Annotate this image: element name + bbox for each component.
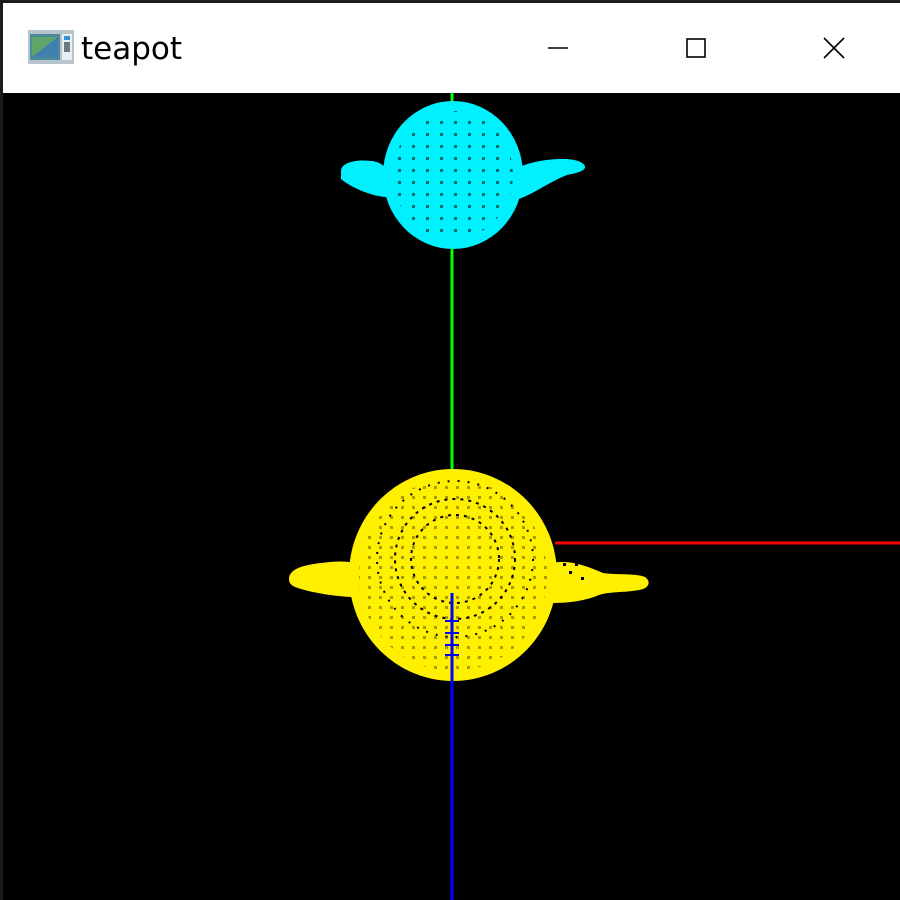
close-button[interactable] — [765, 3, 900, 93]
minimize-icon — [548, 47, 568, 49]
opengl-app-icon — [28, 30, 74, 64]
minimize-button[interactable] — [489, 3, 627, 93]
teapot-yellow — [289, 469, 649, 681]
window-title: teapot — [81, 31, 183, 67]
app-window: teapot — [0, 0, 900, 900]
teapot-cyan — [341, 101, 585, 249]
title-bar[interactable]: teapot — [3, 3, 900, 93]
maximize-icon — [686, 38, 706, 58]
close-icon — [823, 37, 845, 59]
opengl-viewport[interactable] — [3, 93, 900, 900]
maximize-button[interactable] — [627, 3, 765, 93]
scene-render — [289, 93, 900, 900]
